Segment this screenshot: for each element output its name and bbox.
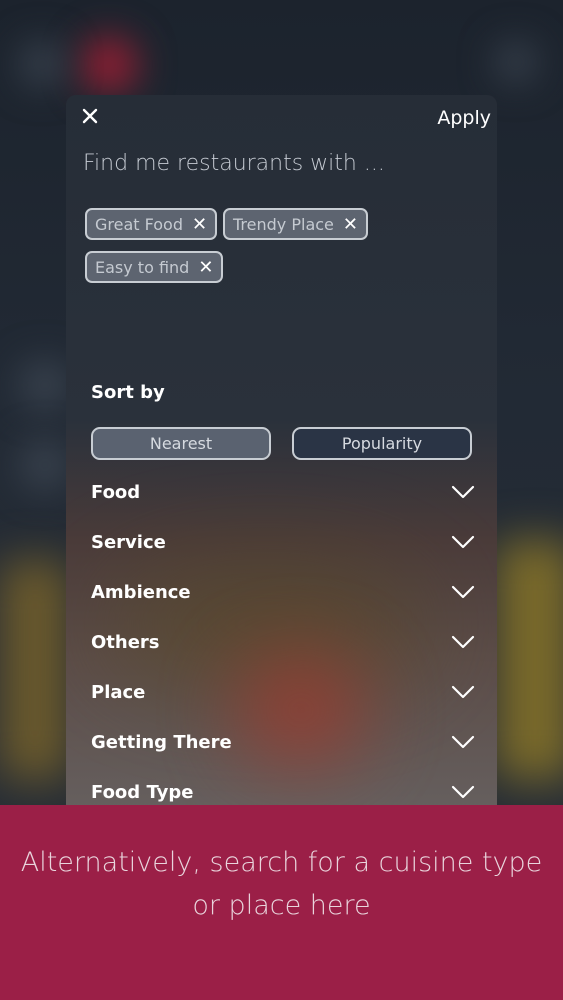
background-menu-icon bbox=[20, 42, 64, 86]
tag-label: Trendy Place bbox=[233, 214, 334, 234]
category-ambience[interactable]: Ambience bbox=[91, 577, 475, 607]
chevron-down-icon bbox=[451, 485, 475, 499]
category-place[interactable]: Place bbox=[91, 677, 475, 707]
hint-banner-text: Alternatively, search for a cuisine type… bbox=[20, 847, 543, 921]
category-label: Service bbox=[91, 531, 166, 553]
close-icon[interactable]: ✕ bbox=[343, 214, 358, 235]
category-others[interactable]: Others bbox=[91, 627, 475, 657]
background-brand-logo bbox=[80, 36, 138, 94]
chevron-down-icon bbox=[451, 735, 475, 749]
chevron-down-icon bbox=[451, 535, 475, 549]
category-getting-there[interactable]: Getting There bbox=[91, 727, 475, 757]
query-title: Find me restaurants with ... bbox=[83, 151, 385, 176]
apply-button[interactable]: Apply bbox=[437, 107, 491, 129]
background-search-icon bbox=[496, 42, 536, 82]
chevron-down-icon bbox=[451, 685, 475, 699]
background-avatar bbox=[20, 440, 70, 490]
background-image-left bbox=[0, 560, 70, 780]
background-avatar bbox=[20, 360, 70, 410]
chevron-down-icon bbox=[451, 585, 475, 599]
category-label: Ambience bbox=[91, 581, 191, 603]
tag-chip-trendy-place[interactable]: Trendy Place ✕ bbox=[223, 208, 368, 240]
category-label: Food bbox=[91, 481, 141, 503]
close-icon[interactable]: ✕ bbox=[198, 257, 213, 278]
close-icon bbox=[82, 108, 98, 124]
sort-by-label: Sort by bbox=[91, 382, 165, 403]
close-icon[interactable]: ✕ bbox=[192, 214, 207, 235]
sort-popularity-button[interactable]: Popularity bbox=[292, 427, 472, 460]
category-food-type[interactable]: Food Type bbox=[91, 777, 475, 807]
category-label: Others bbox=[91, 631, 160, 653]
category-label: Getting There bbox=[91, 731, 232, 753]
category-label: Food Type bbox=[91, 781, 194, 803]
hint-banner[interactable]: Alternatively, search for a cuisine type… bbox=[0, 805, 563, 1000]
category-service[interactable]: Service bbox=[91, 527, 475, 557]
category-label: Place bbox=[91, 681, 146, 703]
tag-chip-great-food[interactable]: Great Food ✕ bbox=[85, 208, 218, 240]
sort-nearest-button[interactable]: Nearest bbox=[91, 427, 271, 460]
close-button[interactable] bbox=[79, 107, 101, 129]
tag-label: Great Food bbox=[95, 214, 183, 234]
filter-panel: Apply Find me restaurants with ... Great… bbox=[66, 95, 497, 815]
background-image-right bbox=[495, 540, 563, 780]
tag-chip-easy-to-find[interactable]: Easy to find ✕ bbox=[85, 251, 224, 283]
chevron-down-icon bbox=[451, 785, 475, 799]
tag-label: Easy to find bbox=[95, 257, 190, 277]
chevron-down-icon bbox=[451, 635, 475, 649]
category-food[interactable]: Food bbox=[91, 477, 475, 507]
